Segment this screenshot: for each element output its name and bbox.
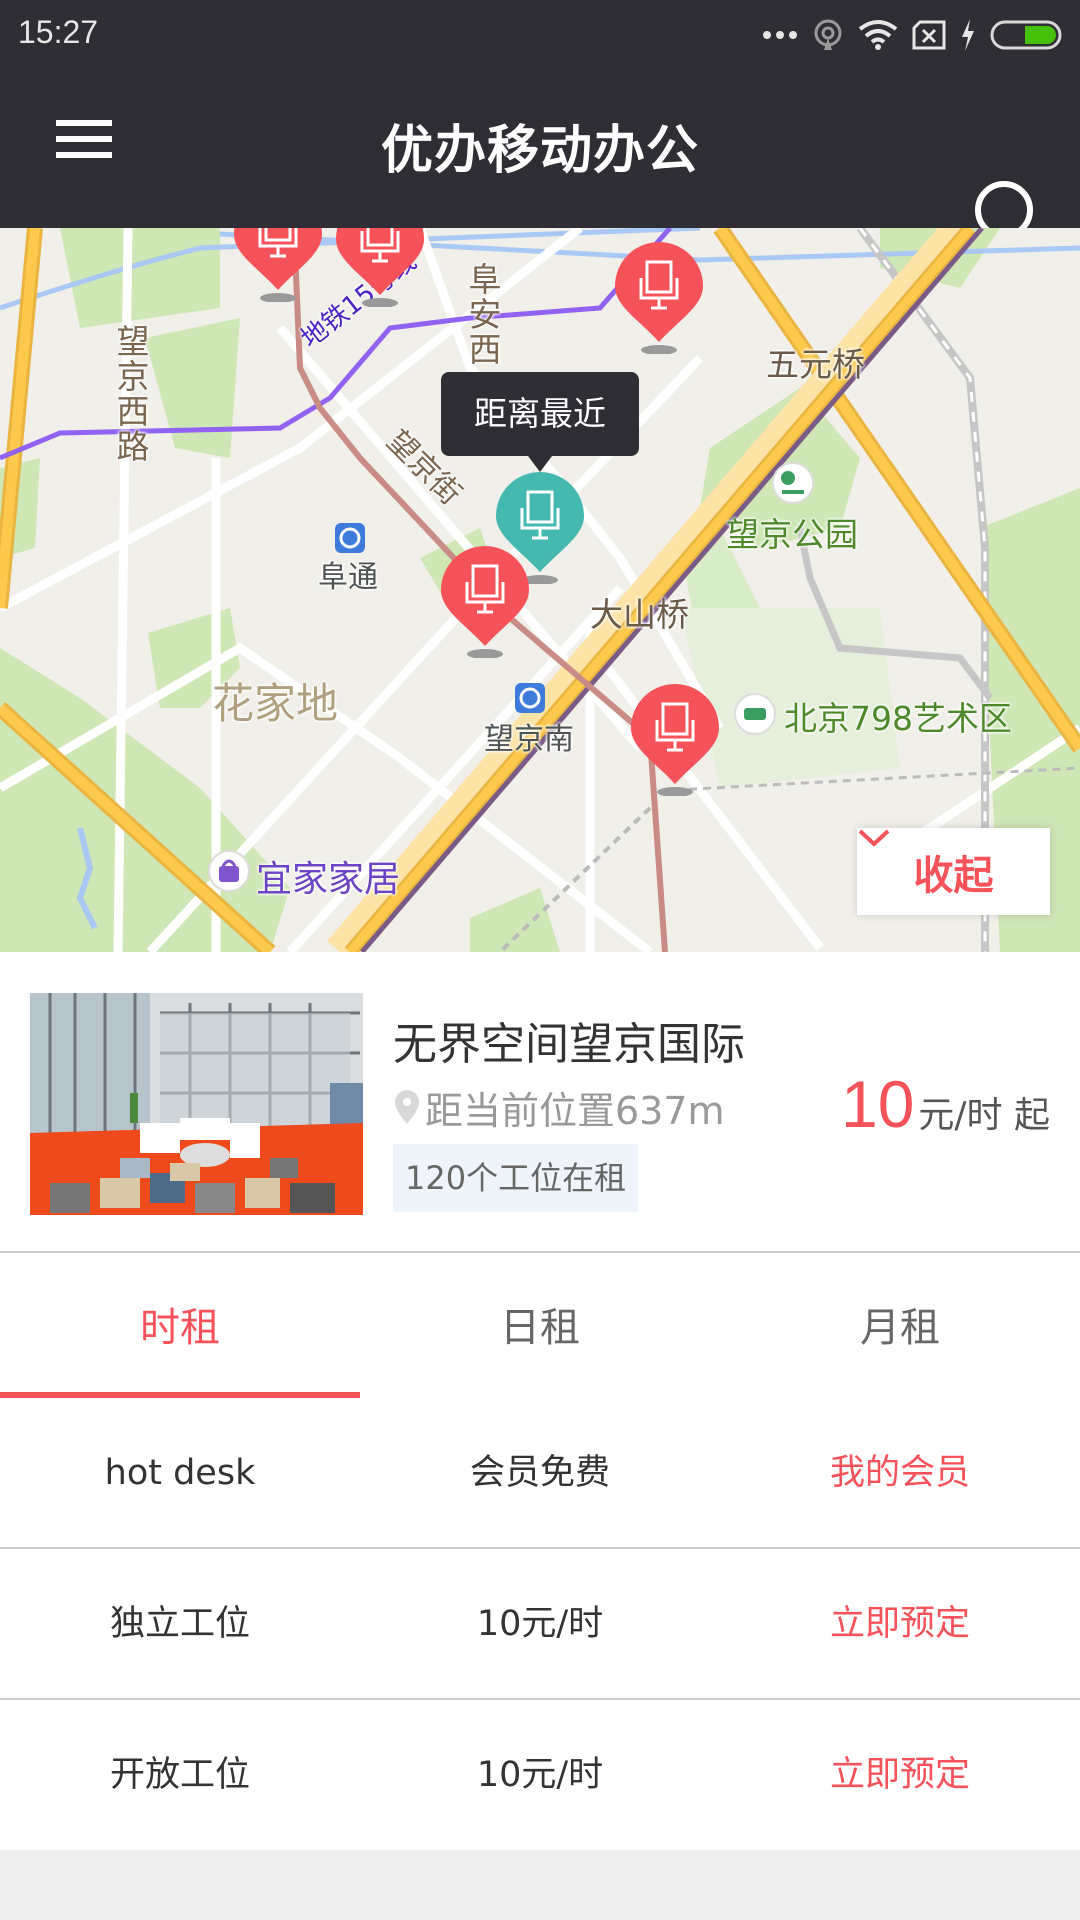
tab-hourly[interactable]: 时租	[0, 1253, 360, 1398]
collapse-map-button[interactable]: 收起	[857, 828, 1050, 915]
map-label: 大山桥	[590, 595, 689, 634]
pricing-row: hot desk 会员免费 我的会员	[0, 1398, 1080, 1549]
more-dots-icon	[763, 31, 797, 39]
pricing-row: 独立工位 10元/时 立即预定	[0, 1549, 1080, 1700]
seat-type: 独立工位	[109, 1604, 250, 1644]
workspace-map-pin[interactable]	[615, 242, 703, 354]
tab-monthly[interactable]: 月租	[720, 1253, 1080, 1398]
book-now-button[interactable]: 立即预定	[720, 1700, 1080, 1850]
battery-icon	[990, 20, 1062, 50]
seat-price: 10元/时	[476, 1755, 604, 1795]
workspace-map-pin[interactable]	[234, 228, 322, 302]
no-sim-icon	[912, 20, 946, 50]
map-view[interactable]: 望京西路 阜安西 地铁15号线 望京街 五元桥 望京公园 阜通 大山桥 花家地 …	[0, 228, 1080, 952]
tab-daily[interactable]: 日租	[360, 1253, 720, 1398]
workspace-card[interactable]: 无界空间望京国际 距当前位置637m 120个工位在租 10 元/时 起	[0, 952, 1080, 1253]
seats-badge: 120个工位在租	[393, 1144, 639, 1212]
page-title: 优办移动办公	[380, 121, 699, 181]
distance-text: 距当前位置637m	[425, 1089, 725, 1133]
pricing-list: hot desk 会员免费 我的会员 独立工位 10元/时 立即预定 开放工位 …	[0, 1398, 1080, 1850]
map-label: 五元桥	[766, 345, 865, 384]
status-bar: 15:27	[0, 0, 1080, 70]
price: 10 元/时 起	[841, 1066, 1050, 1142]
map-label: 宜家家居	[256, 859, 401, 900]
price-unit: 元/时 起	[918, 1095, 1050, 1136]
workspace-map-pin[interactable]	[336, 228, 424, 307]
my-membership-link[interactable]: 我的会员	[720, 1398, 1080, 1547]
rental-type-tabs: 时租 日租 月租	[0, 1253, 1080, 1398]
map-label: 阜安西	[463, 262, 502, 367]
workspace-name: 无界空间望京国际	[393, 1019, 745, 1070]
subway-station-icon	[335, 523, 365, 553]
workspace-photo	[30, 993, 363, 1215]
hotspot-icon	[814, 19, 842, 50]
seat-price: 10元/时	[476, 1604, 604, 1644]
distance-info: 距当前位置637m	[393, 1080, 725, 1135]
subway-station-icon	[515, 683, 545, 713]
workspace-map-pin[interactable]	[441, 546, 529, 658]
wifi-icon	[858, 20, 898, 50]
park-poi-icon	[772, 462, 814, 504]
workspace-map-pin[interactable]	[631, 684, 719, 796]
seat-price: 会员免费	[469, 1453, 610, 1493]
app-header: 优办移动办公	[0, 70, 1080, 248]
chevron-down-icon	[858, 829, 890, 847]
map-label: 花家地	[212, 679, 339, 728]
map-label: 望京西路	[111, 324, 150, 464]
shopping-poi-icon	[208, 850, 250, 892]
pricing-row: 开放工位 10元/时 立即预定	[0, 1700, 1080, 1850]
landmark-poi-icon	[734, 693, 776, 735]
seat-type: 开放工位	[109, 1755, 250, 1795]
seat-type: hot desk	[104, 1453, 256, 1493]
map-label: 望京公园	[726, 515, 858, 554]
map-label: 北京798艺术区	[784, 699, 1012, 738]
location-pin-icon	[395, 1089, 419, 1124]
charging-icon	[962, 19, 974, 51]
map-label: 阜通	[318, 560, 378, 595]
book-now-button[interactable]: 立即预定	[720, 1549, 1080, 1698]
status-time: 15:27	[18, 14, 99, 50]
price-value: 10	[841, 1067, 915, 1141]
nearest-tooltip: 距离最近	[441, 372, 639, 472]
collapse-label: 收起	[913, 852, 994, 899]
map-label: 望京南	[484, 722, 574, 757]
